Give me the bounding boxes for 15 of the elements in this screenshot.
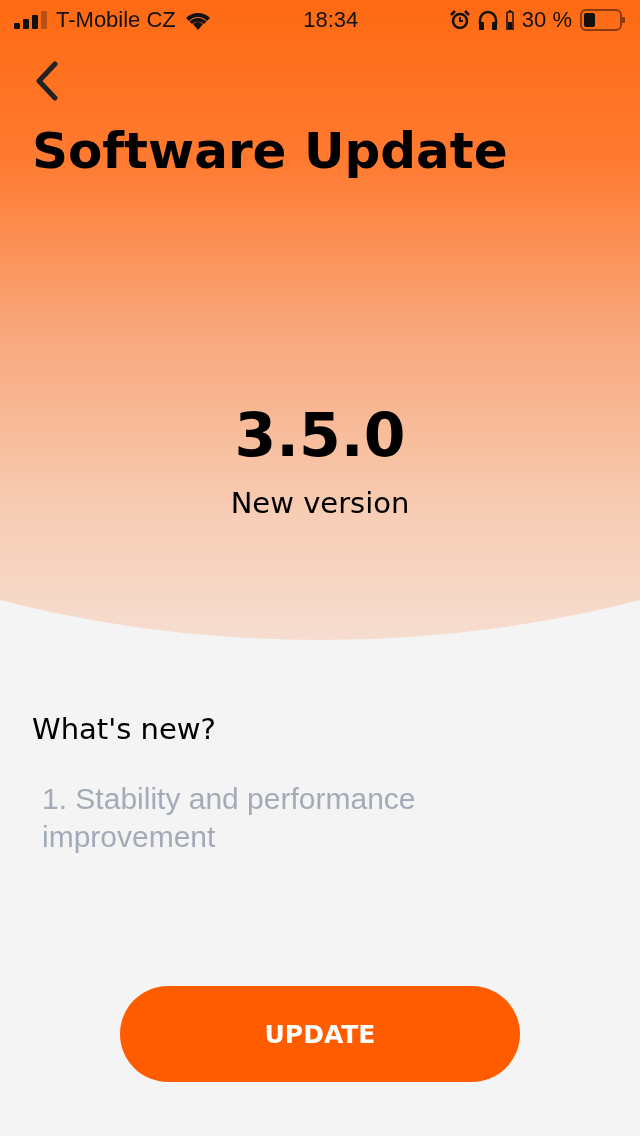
headphones-icon [477,10,498,30]
whats-new-heading: What's new? [32,712,216,746]
clock-time: 18:34 [303,7,359,33]
battery-icon [580,9,626,31]
version-caption: New version [230,486,410,520]
signal-icon [14,11,48,29]
back-chevron-icon [35,61,59,101]
battery-charging-icon [505,10,514,30]
carrier-name: T-Mobile CZ [56,7,176,33]
changelog-item: 1. Stability and performance improvement [42,781,417,855]
page-title: Software Update [32,122,509,180]
battery-percentage: 30 % [521,7,572,33]
update-button[interactable]: UPDATE [120,986,520,1082]
version-number: 3.5.0 [234,400,406,470]
alarm-clock-icon [449,10,470,30]
